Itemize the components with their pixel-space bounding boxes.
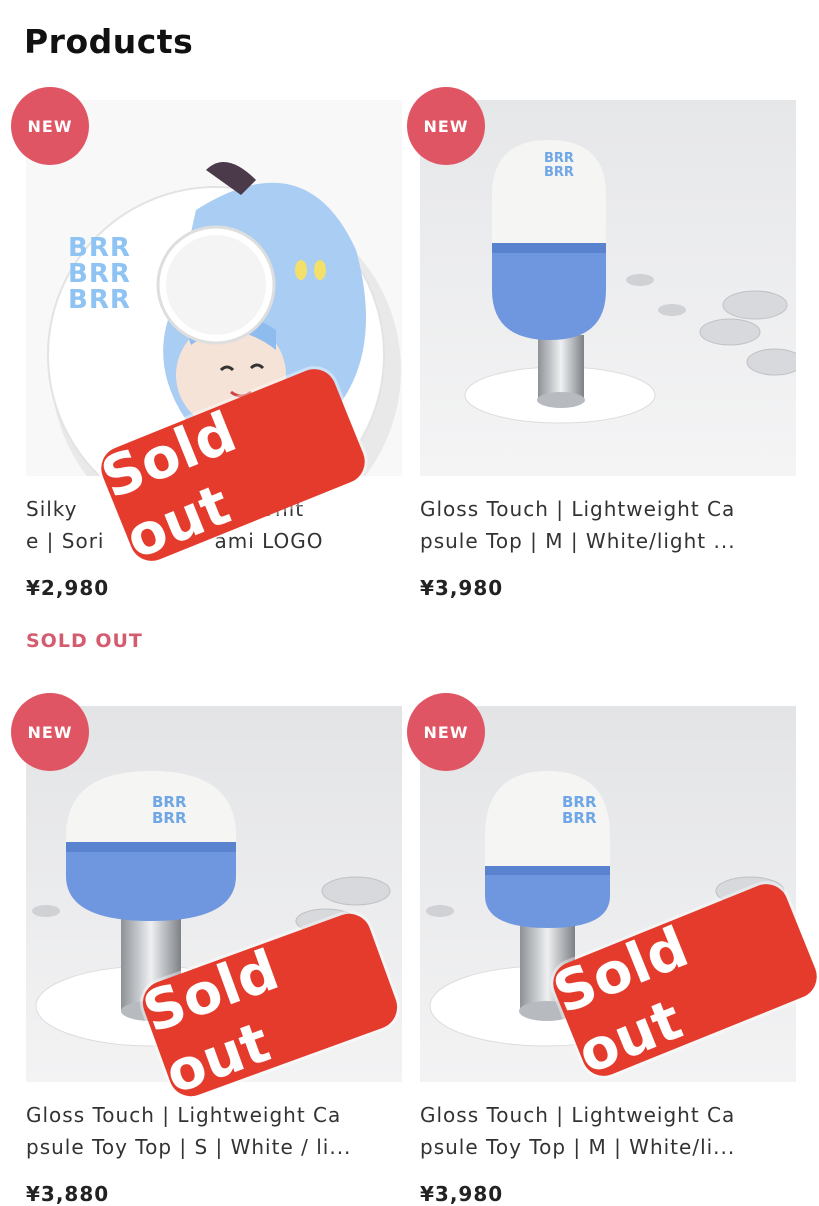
sold-out-label: SOLD OUT [26,630,143,652]
new-badge: NEW [407,87,485,165]
capsule-logo-text: BRR BRR [544,151,574,180]
new-badge: NEW [11,87,89,165]
new-badge: NEW [11,693,89,771]
disc-logo-text: BRR BRR BRR [68,233,131,315]
capsule-logo-text: BRR BRR [562,793,597,827]
page-title: Products [24,22,194,61]
product-card[interactable]: BRR BRR BRR Silkydisc| Whit e | Soriami … [26,100,402,660]
product-image[interactable]: BRR BRR [420,100,796,476]
product-name[interactable]: Gloss Touch | Lightweight Ca psule Top |… [420,493,800,557]
product-price: ¥3,880 [26,1182,110,1206]
new-badge: NEW [407,693,485,771]
capsule-logo-text: BRR BRR [152,793,187,827]
product-price: ¥3,980 [420,1182,504,1206]
product-card[interactable]: BRR BRR Gloss Touch | Lightweight Ca psu… [420,100,796,600]
product-name[interactable]: Gloss Touch | Lightweight Ca psule Toy T… [420,1099,800,1163]
product-name[interactable]: Gloss Touch | Lightweight Ca psule Toy T… [26,1099,406,1163]
product-price: ¥2,980 [26,576,110,600]
product-price: ¥3,980 [420,576,504,600]
